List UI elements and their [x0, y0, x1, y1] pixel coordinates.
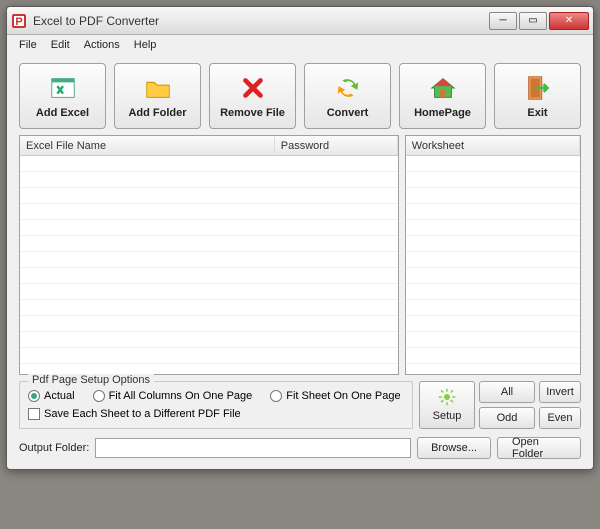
radio-fit-sheet-label: Fit Sheet On One Page [286, 390, 400, 402]
page-setup-group: Pdf Page Setup Options Actual Fit All Co… [19, 381, 413, 429]
all-button[interactable]: All [479, 381, 535, 403]
radio-actual[interactable]: Actual [28, 390, 75, 402]
homepage-button[interactable]: HomePage [399, 63, 486, 129]
list-row [406, 268, 580, 284]
file-list-rows [20, 156, 398, 374]
radio-row: Actual Fit All Columns On One Page Fit S… [28, 390, 404, 402]
invert-button[interactable]: Invert [539, 381, 581, 403]
setup-label: Setup [433, 410, 462, 422]
list-row [20, 268, 398, 284]
list-row [20, 252, 398, 268]
remove-file-button[interactable]: Remove File [209, 63, 296, 129]
checkbox-save-each-label: Save Each Sheet to a Different PDF File [44, 408, 241, 420]
bottom-controls: Pdf Page Setup Options Actual Fit All Co… [19, 381, 581, 429]
list-row [406, 220, 580, 236]
minimize-button[interactable]: ─ [489, 12, 517, 30]
list-row [406, 252, 580, 268]
menu-help[interactable]: Help [134, 39, 157, 51]
selection-buttons: All Invert Setup Odd Even [419, 381, 581, 429]
list-panels: Excel File Name Password Worksheet [19, 135, 581, 375]
add-folder-button[interactable]: Add Folder [114, 63, 201, 129]
gear-icon [438, 388, 456, 409]
list-row [406, 204, 580, 220]
exit-label: Exit [527, 107, 547, 119]
window-title: Excel to PDF Converter [33, 14, 487, 28]
worksheet-list[interactable]: Worksheet [405, 135, 581, 375]
file-list[interactable]: Excel File Name Password [19, 135, 399, 375]
menu-edit[interactable]: Edit [51, 39, 70, 51]
output-row: Output Folder: Browse... Open Folder [19, 437, 581, 459]
exit-icon [523, 73, 553, 103]
window-controls: ─ ▭ ✕ [487, 12, 589, 30]
list-row [406, 332, 580, 348]
col-password[interactable]: Password [275, 136, 398, 155]
list-row [406, 236, 580, 252]
file-list-header: Excel File Name Password [20, 136, 398, 156]
add-folder-label: Add Folder [128, 107, 186, 119]
list-row [406, 172, 580, 188]
titlebar: P Excel to PDF Converter ─ ▭ ✕ [7, 7, 593, 35]
convert-icon [333, 73, 363, 103]
remove-icon [238, 73, 268, 103]
add-excel-button[interactable]: Add Excel [19, 63, 106, 129]
list-row [20, 300, 398, 316]
maximize-button[interactable]: ▭ [519, 12, 547, 30]
col-worksheet[interactable]: Worksheet [406, 136, 580, 155]
close-button[interactable]: ✕ [549, 12, 589, 30]
app-icon: P [11, 13, 27, 29]
list-row [406, 300, 580, 316]
list-row [20, 220, 398, 236]
content-area: Add Excel Add Folder Remove File Convert… [7, 55, 593, 469]
browse-button[interactable]: Browse... [417, 437, 491, 459]
col-filename[interactable]: Excel File Name [20, 136, 275, 155]
radio-actual-label: Actual [44, 390, 75, 402]
list-row [20, 204, 398, 220]
radio-fit-sheet[interactable]: Fit Sheet On One Page [270, 390, 400, 402]
menu-file[interactable]: File [19, 39, 37, 51]
output-label: Output Folder: [19, 442, 89, 454]
odd-button[interactable]: Odd [479, 407, 535, 429]
excel-icon [48, 73, 78, 103]
worksheet-list-rows [406, 156, 580, 374]
output-folder-input[interactable] [95, 438, 411, 458]
exit-button[interactable]: Exit [494, 63, 581, 129]
convert-label: Convert [327, 107, 369, 119]
even-button[interactable]: Even [539, 407, 581, 429]
svg-text:P: P [15, 16, 22, 28]
list-row [20, 316, 398, 332]
remove-file-label: Remove File [220, 107, 285, 119]
folder-icon [143, 73, 173, 103]
list-row [406, 188, 580, 204]
list-row [406, 348, 580, 364]
radio-fit-columns-label: Fit All Columns On One Page [109, 390, 253, 402]
list-row [20, 172, 398, 188]
menu-actions[interactable]: Actions [84, 39, 120, 51]
list-row [20, 332, 398, 348]
list-row [20, 348, 398, 364]
page-setup-legend: Pdf Page Setup Options [28, 374, 154, 386]
add-excel-label: Add Excel [36, 107, 89, 119]
checkbox-save-each[interactable]: Save Each Sheet to a Different PDF File [28, 408, 404, 420]
list-row [406, 156, 580, 172]
list-row [20, 156, 398, 172]
home-icon [428, 73, 458, 103]
open-folder-button[interactable]: Open Folder [497, 437, 581, 459]
list-row [406, 316, 580, 332]
list-row [20, 236, 398, 252]
worksheet-list-header: Worksheet [406, 136, 580, 156]
setup-button[interactable]: Setup [419, 381, 475, 429]
homepage-label: HomePage [414, 107, 471, 119]
radio-fit-columns[interactable]: Fit All Columns On One Page [93, 390, 253, 402]
menubar: File Edit Actions Help [7, 35, 593, 55]
toolbar: Add Excel Add Folder Remove File Convert… [19, 63, 581, 129]
list-row [20, 284, 398, 300]
list-row [406, 284, 580, 300]
convert-button[interactable]: Convert [304, 63, 391, 129]
app-window: P Excel to PDF Converter ─ ▭ ✕ File Edit… [6, 6, 594, 470]
list-row [20, 188, 398, 204]
